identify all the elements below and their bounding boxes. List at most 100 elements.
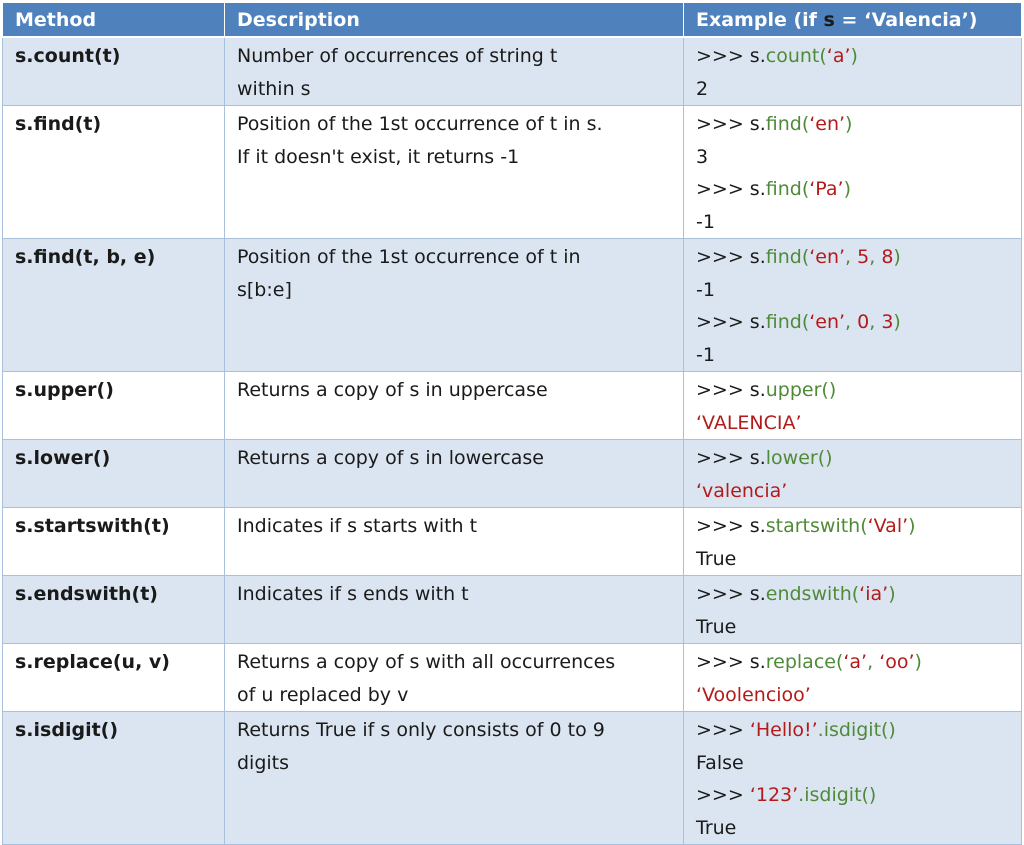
example-cell: >>> ‘Hello!’.isdigit() False >>> ‘123’ .isd…	[683, 711, 1022, 845]
code-token: >>> s.	[696, 379, 766, 401]
code-token: find(	[765, 246, 810, 268]
description-cell: Position of the 1st occurrence of t in s…	[224, 105, 684, 239]
example-line: ‘valencia’	[696, 475, 1021, 507]
method-cell: s.find(t)	[2, 105, 225, 239]
description-line: Indicates if s starts with t	[237, 515, 478, 537]
table-row: s.replace(u, v) Returns a copy of s with …	[2, 643, 1022, 712]
description-cell: Returns a copy of s in uppercase	[224, 371, 684, 440]
code-token: ‘a’	[843, 651, 868, 673]
example-line: 3	[696, 141, 1021, 174]
description-line: Position of the 1st occurrence of t in	[237, 246, 581, 268]
code-token: ‘ia’	[859, 583, 889, 605]
example-line: >>> ‘Hello!’.isdigit()	[696, 714, 1021, 747]
code-token: >>>	[696, 719, 750, 741]
example-line: >>> s.find(‘en’)	[696, 108, 1021, 141]
code-token: 8	[881, 246, 894, 268]
table-row: s.lower() Returns a copy of s in lowercas…	[2, 439, 1022, 508]
method-cell: s.lower()	[2, 439, 225, 508]
method-cell: s.upper()	[2, 371, 225, 440]
code-token: )	[893, 246, 901, 268]
code-token: ‘en’	[809, 246, 846, 268]
header-example: Example (if s = ‘Valencia’)	[683, 2, 1022, 38]
example-line: >>> s.replace(‘a’, ‘oo’)	[696, 646, 1021, 679]
description-cell: Returns a copy of s with all occurrences…	[224, 643, 684, 712]
code-token: ,	[869, 246, 882, 268]
header-row: Method Description Example (if s = ‘Vale…	[2, 2, 1022, 38]
code-token: ,	[867, 651, 880, 673]
description-line: within s	[237, 77, 311, 100]
code-token: ‘valencia’	[696, 479, 788, 502]
example-cell: >>> s.find(‘en’, 5, 8) -1 >>> s.find(‘en’,…	[683, 238, 1022, 372]
description-line: Returns a copy of s with all occurrences	[237, 651, 616, 673]
code-token: )	[914, 651, 922, 673]
method-cell: s.count(t)	[2, 36, 225, 106]
code-token: )	[893, 311, 901, 333]
code-token: -1	[696, 278, 715, 301]
code-token: )	[888, 583, 896, 605]
code-token: True	[696, 615, 737, 638]
code-token: ‘VALENCIA’	[696, 411, 802, 434]
string-methods-table: Method Description Example (if s = ‘Vale…	[2, 2, 1022, 845]
header-method: Method	[2, 2, 225, 38]
table-row: s.upper() Returns a copy of s in uppercas…	[2, 371, 1022, 440]
header-example-suffix: = ‘Valencia’)	[834, 8, 978, 31]
code-token: False	[696, 751, 744, 774]
description-cell: Indicates if s starts with t	[224, 507, 684, 576]
code-token: >>> s.	[696, 178, 766, 200]
code-token: >>> s.	[696, 447, 766, 469]
code-token: >>> s.	[696, 651, 766, 673]
code-token: .isdigit()	[817, 719, 896, 741]
code-token: -1	[696, 210, 715, 233]
code-token: )	[845, 113, 853, 135]
method-cell: s.replace(u, v)	[2, 643, 225, 712]
table-row: s.find(t) Position of the 1st occurrence …	[2, 105, 1022, 239]
code-token: find(	[765, 113, 810, 135]
code-token: count(	[765, 45, 827, 67]
description-cell: Returns True if s only consists of 0 to …	[224, 711, 684, 845]
table-row: s.endswith(t) Indicates if s ends with t >…	[2, 575, 1022, 644]
description-line: Position of the 1st occurrence of t in s…	[237, 113, 603, 135]
description-cell: Returns a copy of s in lowercase	[224, 439, 684, 508]
code-token: )	[843, 178, 851, 200]
example-cell: >>> s.upper() ‘VALENCIA’	[683, 371, 1022, 440]
method-cell: s.isdigit()	[2, 711, 225, 845]
code-token: >>> s.	[696, 583, 766, 605]
code-token: ‘en’	[809, 311, 846, 333]
description-cell: Indicates if s ends with t	[224, 575, 684, 644]
example-line: 2	[696, 73, 1021, 105]
code-token: 3	[881, 311, 894, 333]
code-token: -1	[696, 343, 715, 366]
example-cell: >>> s.replace(‘a’, ‘oo’) ‘Voolencioo’	[683, 643, 1022, 712]
example-cell: >>> s.find(‘en’) 3 >>> s.find(‘Pa’) -1	[683, 105, 1022, 239]
code-token: 2	[696, 77, 709, 100]
code-token: ,	[845, 311, 858, 333]
code-token: True	[696, 547, 737, 570]
header-example-prefix: Example (if	[696, 8, 824, 31]
example-line: >>> s.find(‘Pa’)	[696, 173, 1021, 206]
example-cell: >>> s.lower() ‘valencia’	[683, 439, 1022, 508]
method-cell: s.startswith(t)	[2, 507, 225, 576]
example-line: -1	[696, 339, 1021, 371]
example-line: >>> s.find(‘en’, 0, 3)	[696, 306, 1021, 339]
code-token: ‘en’	[809, 113, 846, 135]
example-line: >>> s.upper()	[696, 374, 1021, 407]
table-row: s.find(t, b, e) Position of the 1st occur…	[2, 238, 1022, 372]
example-cell: >>> s.endswith(‘ia’) True	[683, 575, 1022, 644]
code-token: 5	[857, 246, 870, 268]
description-line: digits	[237, 751, 290, 774]
header-example-var: s	[823, 8, 835, 31]
code-token: >>> s.	[696, 45, 766, 67]
example-line: >>> s.count(‘a’)	[696, 40, 1021, 73]
code-token: ‘Hello!’	[749, 719, 818, 741]
code-token: 0	[857, 311, 870, 333]
header-description: Description	[224, 2, 684, 38]
example-cell: >>> s.count(‘a’) 2	[683, 36, 1022, 106]
code-token: ‘123’	[749, 784, 799, 806]
code-token: )	[908, 515, 916, 537]
method-cell: s.endswith(t)	[2, 575, 225, 644]
code-token: ,	[869, 311, 882, 333]
code-token: ‘a’	[826, 45, 851, 67]
code-token: ‘Val’	[867, 515, 909, 537]
example-line: >>> s.lower()	[696, 442, 1021, 475]
example-line: False	[696, 747, 1021, 780]
